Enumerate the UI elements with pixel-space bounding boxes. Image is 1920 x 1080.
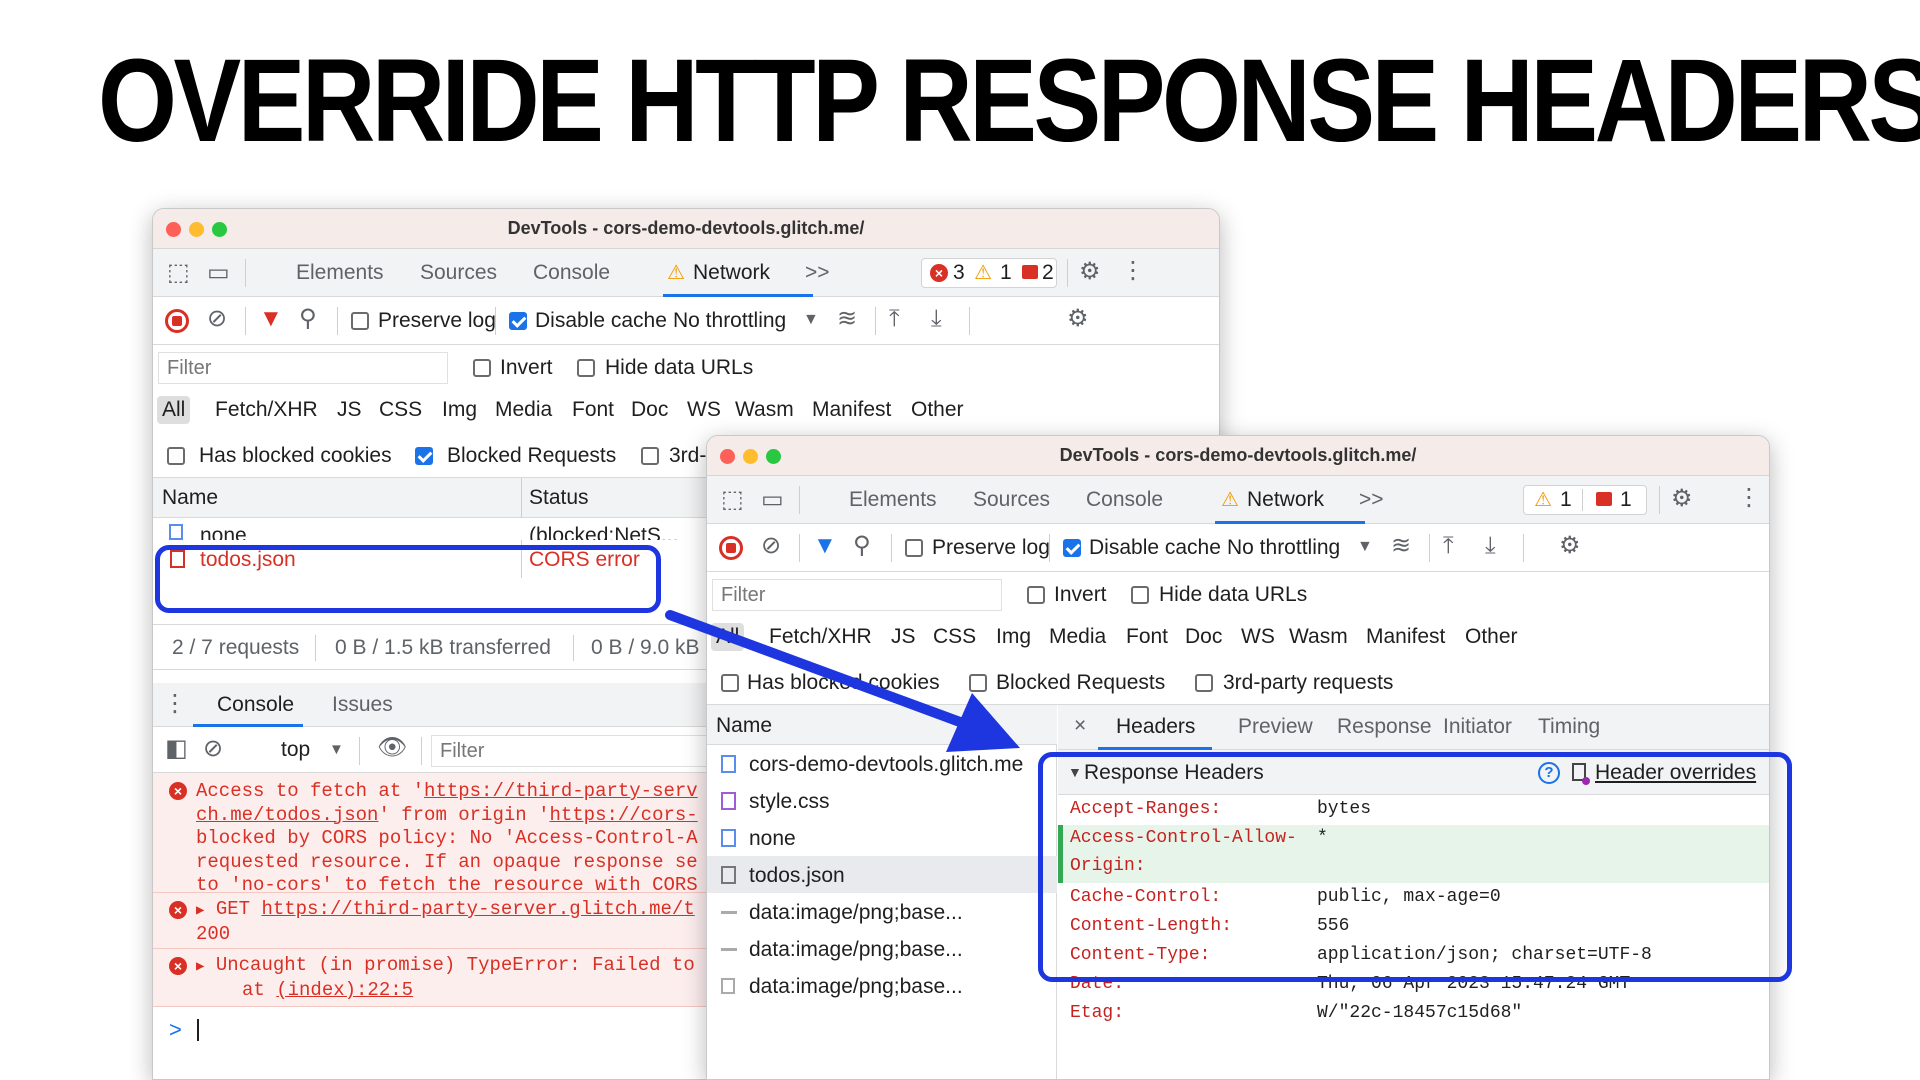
- callout-arrow: [665, 610, 1020, 752]
- arrow-shaft: [665, 610, 965, 727]
